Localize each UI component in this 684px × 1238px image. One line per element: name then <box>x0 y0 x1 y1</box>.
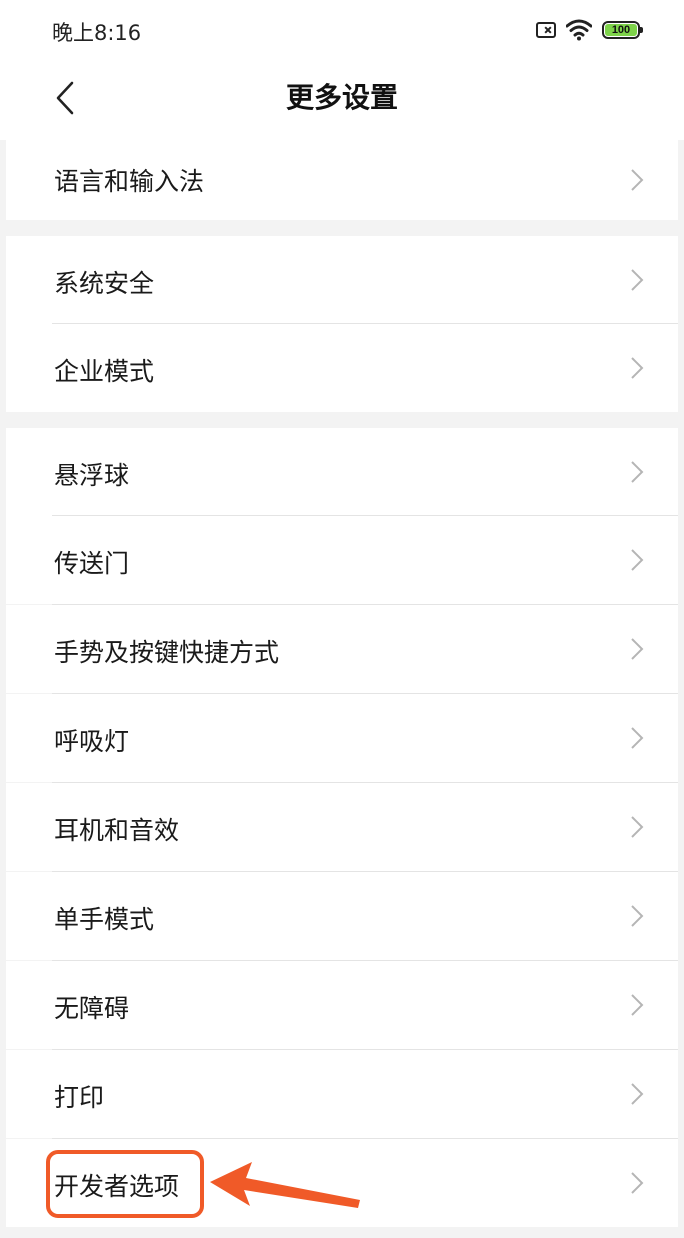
chevron-right-icon <box>631 905 644 927</box>
status-bar: 晚上8:16 100 <box>0 0 684 60</box>
list-item-label: 系统安全 <box>54 269 155 298</box>
no-sim-icon <box>536 22 556 38</box>
status-icons: 100 <box>536 18 643 42</box>
annotation-arrow-icon <box>210 1162 360 1208</box>
page-title: 更多设置 <box>285 81 398 114</box>
chevron-right-icon <box>631 994 644 1016</box>
battery-level: 100 <box>605 24 637 36</box>
wifi-icon <box>566 19 592 41</box>
list-item-label: 语言和输入法 <box>54 167 205 196</box>
list-item-accessibility[interactable]: 无障碍 <box>6 961 678 1049</box>
chevron-right-icon <box>631 461 644 483</box>
list-item-label: 手势及按键快捷方式 <box>54 638 280 667</box>
list-item-label: 悬浮球 <box>54 461 130 490</box>
chevron-right-icon <box>631 357 644 379</box>
list-item-portal[interactable]: 传送门 <box>6 516 678 604</box>
chevron-right-icon <box>631 727 644 749</box>
list-item-enterprise-mode[interactable]: 企业模式 <box>6 324 678 412</box>
battery-icon: 100 <box>602 21 643 39</box>
settings-screen: 晚上8:16 100 更多设置 语言和输入法 系统安全 企业模式 悬浮球 传送门… <box>0 0 684 1238</box>
list-item-printing[interactable]: 打印 <box>6 1050 678 1138</box>
status-time: 晚上8:16 <box>52 21 142 45</box>
chevron-right-icon <box>631 1172 644 1194</box>
chevron-right-icon <box>631 816 644 838</box>
chevron-right-icon <box>631 269 644 291</box>
chevron-right-icon <box>631 1083 644 1105</box>
list-item-label: 传送门 <box>54 549 130 578</box>
list-item-system-security[interactable]: 系统安全 <box>6 236 678 324</box>
list-item-label: 无障碍 <box>54 994 130 1023</box>
list-item-label: 单手模式 <box>54 905 155 934</box>
list-item-gestures-shortcuts[interactable]: 手势及按键快捷方式 <box>6 605 678 693</box>
chevron-right-icon <box>631 549 644 571</box>
list-item-label: 企业模式 <box>54 357 155 386</box>
list-item-label: 呼吸灯 <box>54 727 130 756</box>
list-item-one-handed-mode[interactable]: 单手模式 <box>6 872 678 960</box>
list-item-language[interactable]: 语言和输入法 <box>6 140 678 220</box>
highlight-box <box>46 1150 204 1218</box>
chevron-right-icon <box>631 169 644 191</box>
list-item-headphones-audio[interactable]: 耳机和音效 <box>6 783 678 871</box>
list-item-floating-ball[interactable]: 悬浮球 <box>6 428 678 516</box>
title-bar: 更多设置 <box>0 60 684 140</box>
list-item-notification-light[interactable]: 呼吸灯 <box>6 694 678 782</box>
list-item-label: 打印 <box>54 1083 105 1112</box>
chevron-right-icon <box>631 638 644 660</box>
list-item-label: 耳机和音效 <box>54 816 180 845</box>
